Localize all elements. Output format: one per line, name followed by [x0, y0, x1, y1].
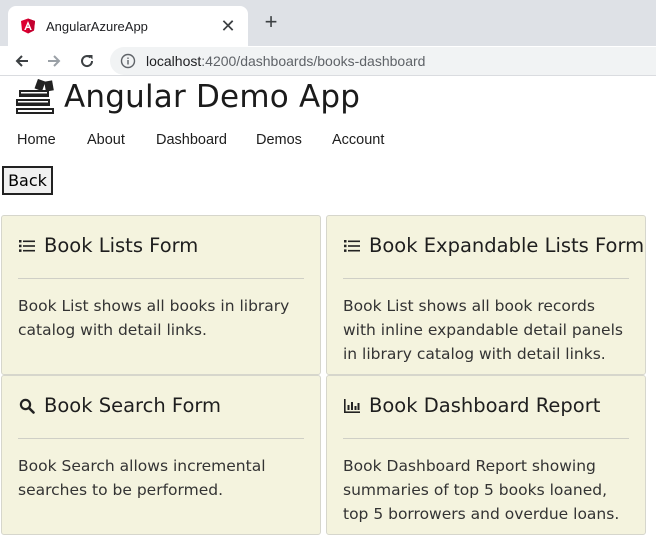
nav-account[interactable]: Account [332, 126, 384, 154]
card-header: Book Expandable Lists Form [343, 234, 644, 257]
forward-arrow-icon[interactable] [42, 49, 66, 73]
card-divider [343, 438, 629, 439]
nav-home[interactable]: Home [17, 126, 56, 154]
card-book-lists[interactable]: Book Lists Form Book List shows all book… [1, 215, 321, 375]
card-divider [343, 278, 629, 279]
card-book-dashboard-report[interactable]: Book Dashboard Report Book Dashboard Rep… [326, 375, 646, 535]
card-book-expandable-lists[interactable]: Book Expandable Lists Form Book List sho… [326, 215, 646, 375]
close-tab-icon[interactable]: ✕ [218, 16, 238, 36]
card-divider [18, 278, 304, 279]
app-title: Angular Demo App [64, 79, 361, 115]
nav-demos[interactable]: Demos [256, 126, 302, 154]
bar-chart-icon [343, 397, 361, 415]
tab-title: AngularAzureApp [46, 18, 148, 34]
card-header: Book Dashboard Report [343, 394, 600, 417]
books-icon [14, 79, 56, 115]
back-button[interactable]: Back [2, 166, 53, 195]
card-title[interactable]: Book Lists Form [44, 234, 198, 257]
angular-icon [20, 18, 36, 34]
card-description: Book List shows all books in library cat… [18, 297, 290, 339]
search-icon [18, 397, 36, 415]
url-host: localhost [146, 53, 202, 69]
browser-tab[interactable]: AngularAzureApp ✕ [8, 6, 248, 46]
browser-toolbar: localhost:4200/dashboards/books-dashboar… [0, 46, 656, 76]
app-header: Angular Demo App [14, 78, 360, 116]
card-header: Book Lists Form [18, 234, 198, 257]
back-arrow-icon[interactable] [10, 49, 34, 73]
info-icon[interactable] [120, 53, 136, 69]
nav-about[interactable]: About [87, 126, 125, 154]
nav-dashboard[interactable]: Dashboard [156, 126, 227, 154]
list-icon [343, 237, 361, 255]
card-description: Book Search allows incremental searches … [18, 457, 266, 499]
card-description: Book List shows all book records with in… [343, 297, 623, 363]
address-bar[interactable]: localhost:4200/dashboards/books-dashboar… [110, 47, 656, 75]
card-title[interactable]: Book Expandable Lists Form [369, 234, 644, 257]
url-text: localhost:4200/dashboards/books-dashboar… [146, 53, 425, 69]
new-tab-button[interactable]: + [259, 10, 283, 34]
reload-icon[interactable] [75, 49, 99, 73]
url-path: :4200/dashboards/books-dashboard [201, 53, 426, 69]
card-title[interactable]: Book Search Form [44, 394, 221, 417]
card-header: Book Search Form [18, 394, 221, 417]
card-divider [18, 438, 304, 439]
list-icon [18, 237, 36, 255]
card-book-search[interactable]: Book Search Form Book Search allows incr… [1, 375, 321, 535]
card-title[interactable]: Book Dashboard Report [369, 394, 600, 417]
browser-tabstrip: AngularAzureApp ✕ + [0, 0, 656, 46]
card-description: Book Dashboard Report showing summaries … [343, 457, 620, 523]
